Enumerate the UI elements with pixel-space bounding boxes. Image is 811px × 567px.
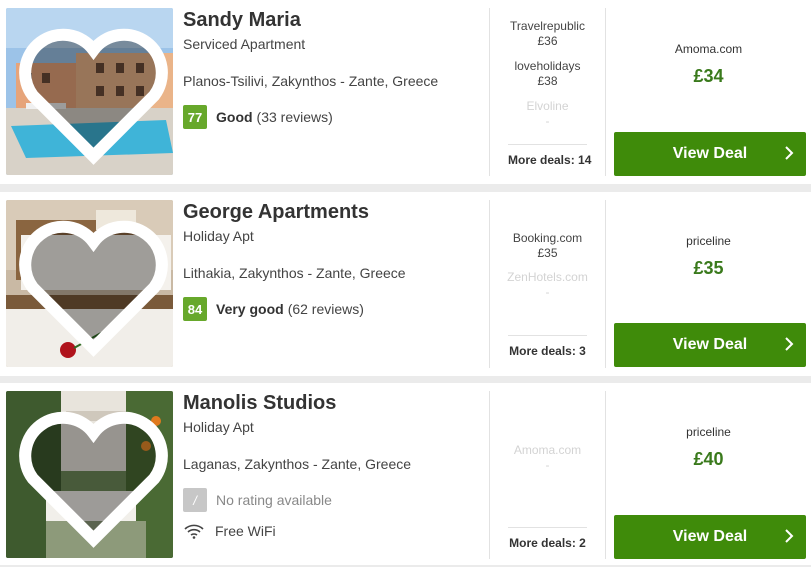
other-deal-price: - xyxy=(545,285,550,299)
other-deals: Booking.com £35 ZenHotels.com - More dea… xyxy=(490,192,605,376)
more-deals-link[interactable]: More deals: 14 xyxy=(508,144,591,167)
other-deal-price: £38 xyxy=(537,74,558,88)
best-deal-price[interactable]: £40 xyxy=(606,449,811,470)
more-deals-link[interactable]: More deals: 3 xyxy=(508,335,587,358)
hotel-photo[interactable] xyxy=(6,8,173,175)
hotel-name[interactable]: Sandy Maria xyxy=(183,9,301,32)
other-deal-price: - xyxy=(545,114,550,128)
hotel-name[interactable]: Manolis Studios xyxy=(183,392,336,415)
rating-label: Good xyxy=(216,109,253,125)
hotel-rating: / No rating available xyxy=(183,488,332,512)
chevron-right-icon xyxy=(785,529,794,543)
hotel-type: Holiday Apt xyxy=(183,228,254,244)
other-deal[interactable]: ZenHotels.com - xyxy=(490,270,605,300)
review-count: (33 reviews) xyxy=(256,109,333,125)
rating-score-badge: 77 xyxy=(183,105,207,129)
other-deal-provider: Travelrepublic xyxy=(510,19,585,33)
hotel-photo[interactable] xyxy=(6,391,173,558)
other-deals: Amoma.com - More deals: 2 xyxy=(490,383,605,567)
other-deal-price: £35 xyxy=(537,246,558,260)
other-deal-provider: ZenHotels.com xyxy=(507,270,588,284)
hotel-card: Manolis Studios Holiday Apt Laganas, Zak… xyxy=(0,383,811,565)
view-deal-label: View Deal xyxy=(672,528,748,545)
other-deal-provider: Booking.com xyxy=(512,231,583,245)
best-deal: priceline £40 View Deal xyxy=(606,383,811,567)
other-deal[interactable]: Travelrepublic £36 xyxy=(490,19,605,49)
chevron-right-icon xyxy=(785,146,794,160)
wifi-icon xyxy=(184,524,204,539)
rating-score-badge: / xyxy=(183,488,207,512)
other-deal-provider: Amoma.com xyxy=(513,443,582,457)
other-deal-provider: Elvoline xyxy=(526,99,569,113)
hotel-card: Sandy Maria Serviced Apartment Planos-Ts… xyxy=(0,0,811,184)
hotel-location: Lithakia, Zakynthos - Zante, Greece xyxy=(183,265,406,281)
hotel-name[interactable]: George Apartments xyxy=(183,201,369,224)
other-deal-price: £36 xyxy=(537,34,558,48)
other-deal-price: - xyxy=(545,458,550,472)
favorite-heart-icon[interactable] xyxy=(10,12,173,175)
other-deal[interactable]: Booking.com £35 xyxy=(490,231,605,261)
hotel-card: George Apartments Holiday Apt Lithakia, … xyxy=(0,192,811,376)
other-deal[interactable]: Amoma.com - xyxy=(490,443,605,473)
hotel-rating[interactable]: 84 Very good (62 reviews) xyxy=(183,297,364,321)
best-deal-provider: priceline xyxy=(686,234,731,248)
hotel-photo[interactable] xyxy=(6,200,173,367)
best-deal-price[interactable]: £34 xyxy=(606,66,811,87)
review-count: (62 reviews) xyxy=(287,301,364,317)
view-deal-button[interactable]: View Deal xyxy=(614,132,806,176)
other-deal-provider: loveholidays xyxy=(514,59,581,73)
other-deal[interactable]: loveholidays £38 xyxy=(490,59,605,89)
amenity-wifi: Free WiFi xyxy=(183,523,276,539)
best-deal: Amoma.com £34 View Deal xyxy=(606,0,811,184)
rating-label: Very good xyxy=(216,301,284,317)
best-deal-price[interactable]: £35 xyxy=(606,258,811,279)
other-deal[interactable]: Elvoline - xyxy=(490,99,605,129)
view-deal-button[interactable]: View Deal xyxy=(614,515,806,559)
hotel-type: Holiday Apt xyxy=(183,419,254,435)
best-deal: priceline £35 View Deal xyxy=(606,192,811,376)
review-count: No rating available xyxy=(216,492,332,508)
hotel-rating[interactable]: 77 Good (33 reviews) xyxy=(183,105,333,129)
rating-score-badge: 84 xyxy=(183,297,207,321)
view-deal-button[interactable]: View Deal xyxy=(614,323,806,367)
hotel-type: Serviced Apartment xyxy=(183,36,306,52)
hotel-location: Planos-Tsilivi, Zakynthos - Zante, Greec… xyxy=(183,73,439,89)
other-deals: Travelrepublic £36 loveholidays £38 Elvo… xyxy=(490,0,605,184)
view-deal-label: View Deal xyxy=(672,145,748,162)
favorite-heart-icon[interactable] xyxy=(10,204,173,367)
best-deal-provider: Amoma.com xyxy=(674,42,743,56)
view-deal-label: View Deal xyxy=(672,336,748,353)
more-deals-link[interactable]: More deals: 2 xyxy=(508,527,587,550)
amenity-label: Free WiFi xyxy=(215,523,276,539)
chevron-right-icon xyxy=(785,337,794,351)
hotel-location: Laganas, Zakynthos - Zante, Greece xyxy=(183,456,412,472)
best-deal-provider: priceline xyxy=(686,425,731,439)
favorite-heart-icon[interactable] xyxy=(10,395,173,558)
